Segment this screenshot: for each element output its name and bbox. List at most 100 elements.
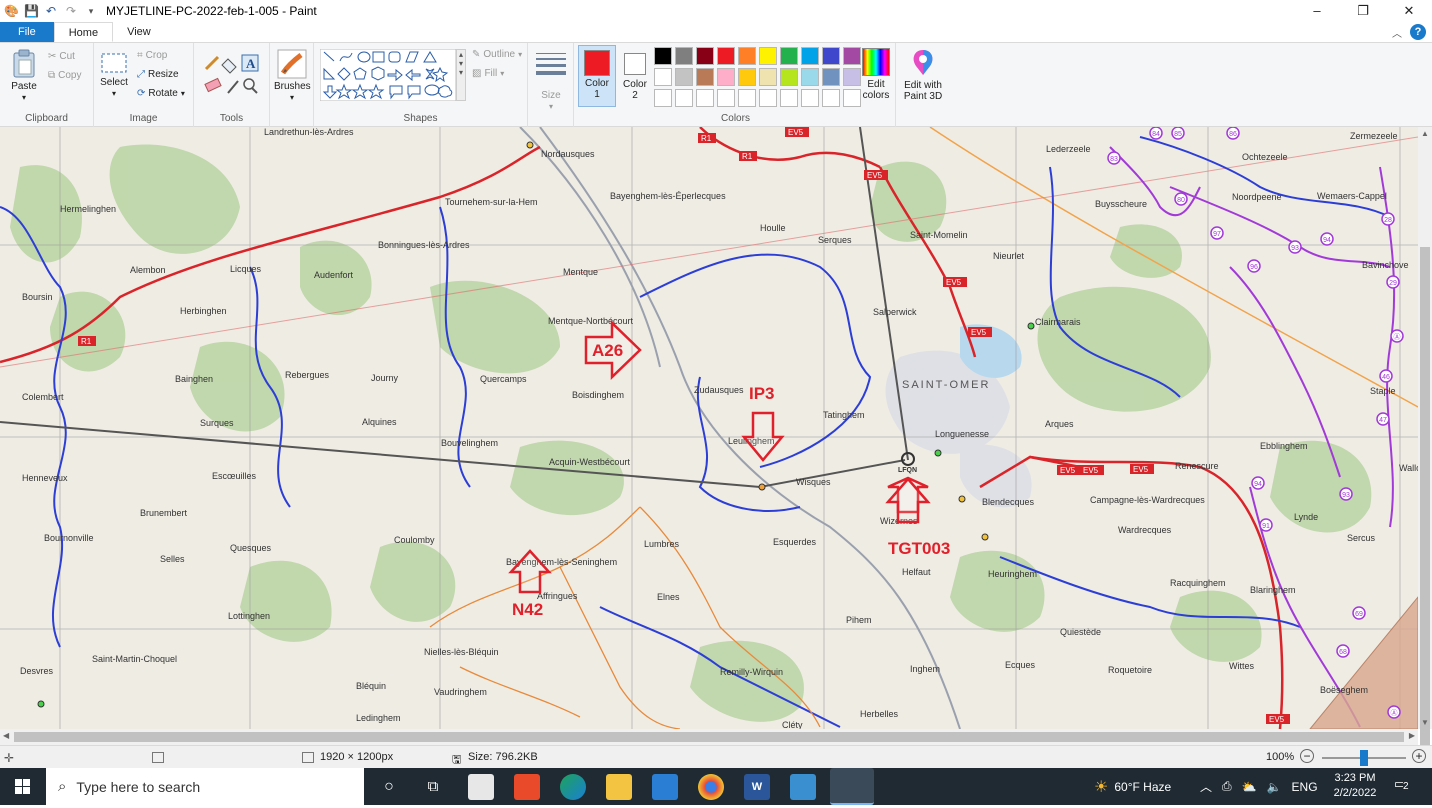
color1-button[interactable]: Color 1 bbox=[578, 45, 616, 107]
copy-button[interactable]: ⧉ Copy bbox=[48, 70, 82, 81]
cortana-icon[interactable]: ○ bbox=[376, 774, 402, 800]
color-swatch[interactable] bbox=[696, 68, 714, 86]
input-language[interactable]: ENG bbox=[1292, 780, 1318, 794]
magnifier-icon[interactable] bbox=[243, 78, 258, 94]
crop-button[interactable]: ⌗ Crop bbox=[137, 50, 167, 61]
shapes-scroll[interactable]: ▴ ▾ ▾ bbox=[456, 49, 466, 101]
color-swatch[interactable] bbox=[654, 68, 672, 86]
vertical-scroll-thumb[interactable] bbox=[1420, 247, 1430, 752]
show-hidden-icons[interactable]: ︿ bbox=[1200, 778, 1212, 795]
store-icon[interactable] bbox=[468, 774, 494, 800]
color-swatch[interactable] bbox=[654, 89, 672, 107]
network-icon[interactable]: ⛅ bbox=[1242, 780, 1257, 794]
color-swatch[interactable] bbox=[801, 47, 819, 65]
paste-button[interactable]: Paste ▾ bbox=[6, 49, 42, 103]
pencil-icon[interactable] bbox=[204, 55, 220, 71]
horizontal-scroll-thumb[interactable] bbox=[14, 732, 1404, 742]
fill-bucket-icon[interactable] bbox=[221, 58, 237, 74]
color-swatch[interactable] bbox=[675, 47, 693, 65]
color-swatch[interactable] bbox=[717, 89, 735, 107]
edit-with-paint3d-button[interactable]: Edit with Paint 3D bbox=[900, 47, 946, 111]
rotate-button[interactable]: ⟳ Rotate ▾ bbox=[137, 88, 185, 99]
color-swatch[interactable] bbox=[822, 89, 840, 107]
color-swatch[interactable] bbox=[696, 47, 714, 65]
color-picker-icon[interactable] bbox=[227, 80, 239, 94]
meet-now-icon[interactable]: ⎙ bbox=[1222, 779, 1232, 794]
notification-center-icon[interactable]: 2 ▭ bbox=[1394, 776, 1414, 796]
mail-icon[interactable] bbox=[652, 774, 678, 800]
color-palette[interactable] bbox=[654, 47, 861, 107]
save-icon[interactable]: 💾 bbox=[24, 4, 39, 18]
color-swatch[interactable] bbox=[696, 89, 714, 107]
place-label: Herbelles bbox=[860, 709, 899, 719]
color-swatch[interactable] bbox=[654, 47, 672, 65]
cut-button[interactable]: ✂ Cut bbox=[48, 51, 75, 62]
paint-taskbar-icon[interactable] bbox=[830, 768, 874, 805]
cycle-route-label: Ⓐ bbox=[1387, 705, 1401, 719]
minimize-button[interactable]: – bbox=[1294, 0, 1340, 22]
color-swatch[interactable] bbox=[780, 68, 798, 86]
color-swatch[interactable] bbox=[801, 68, 819, 86]
color-swatch[interactable] bbox=[780, 47, 798, 65]
zoom-in-button[interactable]: + bbox=[1412, 749, 1426, 763]
color-swatch[interactable] bbox=[717, 68, 735, 86]
svg-text:86: 86 bbox=[1229, 131, 1237, 138]
help-icon[interactable]: ? bbox=[1410, 24, 1426, 40]
tab-view[interactable]: View bbox=[113, 22, 165, 42]
color-swatch[interactable] bbox=[801, 89, 819, 107]
close-button[interactable]: ✕ bbox=[1386, 0, 1432, 22]
resize-button[interactable]: ⤢ Resize bbox=[137, 69, 179, 80]
color2-button[interactable]: Color 2 bbox=[618, 45, 652, 107]
tab-file[interactable]: File bbox=[0, 22, 54, 42]
color-swatch[interactable] bbox=[759, 68, 777, 86]
redo-icon[interactable]: ↷ bbox=[64, 4, 78, 18]
color-swatch[interactable] bbox=[675, 89, 693, 107]
vertical-scrollbar[interactable]: ▲ ▼ bbox=[1418, 127, 1432, 752]
windows-logo-icon bbox=[15, 779, 30, 794]
color-swatch[interactable] bbox=[738, 68, 756, 86]
undo-icon[interactable]: ↶ bbox=[44, 4, 58, 18]
horizontal-scrollbar[interactable]: ◀ ▶ bbox=[0, 729, 1418, 745]
clock[interactable]: 3:23 PM 2/2/2022 bbox=[1324, 771, 1386, 801]
shapes-gallery[interactable] bbox=[320, 49, 456, 101]
word-icon[interactable]: W bbox=[744, 774, 770, 800]
customize-toolbar-icon[interactable]: ▾ bbox=[84, 4, 98, 18]
color-swatch[interactable] bbox=[717, 47, 735, 65]
color-swatch[interactable] bbox=[759, 47, 777, 65]
taskbar-search[interactable]: ⌕ Type here to search bbox=[46, 768, 364, 805]
color-swatch[interactable] bbox=[822, 47, 840, 65]
color-swatch[interactable] bbox=[675, 68, 693, 86]
tab-home[interactable]: Home bbox=[53, 22, 114, 42]
zoom-slider-thumb[interactable] bbox=[1360, 750, 1368, 766]
eraser-icon[interactable] bbox=[204, 77, 222, 93]
scroll-right-icon[interactable]: ▶ bbox=[1409, 731, 1415, 740]
task-view-icon[interactable]: ⧉ bbox=[420, 774, 446, 800]
color-swatch[interactable] bbox=[738, 47, 756, 65]
photos-icon[interactable] bbox=[790, 774, 816, 800]
collapse-ribbon-icon[interactable]: ︿ bbox=[1392, 25, 1402, 40]
brushes-button[interactable]: Brushes ▾ bbox=[274, 49, 311, 103]
edge-browser-icon[interactable] bbox=[560, 774, 586, 800]
fill-button[interactable]: ▨ Fill ▾ bbox=[472, 68, 504, 79]
scroll-down-icon[interactable]: ▼ bbox=[1421, 718, 1429, 727]
size-button[interactable]: Size ▾ bbox=[534, 49, 568, 112]
outline-button[interactable]: ✎ Outline ▾ bbox=[472, 49, 522, 60]
weather-widget[interactable]: ☀ 60°F Haze bbox=[1094, 768, 1171, 805]
file-explorer-icon[interactable] bbox=[606, 774, 632, 800]
volume-icon[interactable]: 🔈 bbox=[1267, 780, 1282, 794]
chrome-browser-icon[interactable] bbox=[698, 774, 724, 800]
color-swatch[interactable] bbox=[759, 89, 777, 107]
scroll-up-icon[interactable]: ▲ bbox=[1421, 129, 1429, 138]
start-button[interactable] bbox=[0, 768, 46, 805]
paint-canvas[interactable]: Landrethun-lès-Ardres Nordausques Bayenghe… bbox=[0, 127, 1418, 729]
edit-colors-button[interactable]: Edit colors bbox=[856, 45, 896, 109]
color-swatch[interactable] bbox=[822, 68, 840, 86]
select-button[interactable]: Select ▾ bbox=[98, 51, 130, 99]
color-swatch[interactable] bbox=[738, 89, 756, 107]
color-swatch[interactable] bbox=[780, 89, 798, 107]
text-tool-icon[interactable]: A bbox=[241, 54, 259, 72]
office-icon[interactable] bbox=[514, 774, 540, 800]
zoom-out-button[interactable]: − bbox=[1300, 749, 1314, 763]
maximize-button[interactable]: ❐ bbox=[1340, 0, 1386, 22]
scroll-left-icon[interactable]: ◀ bbox=[3, 731, 9, 740]
